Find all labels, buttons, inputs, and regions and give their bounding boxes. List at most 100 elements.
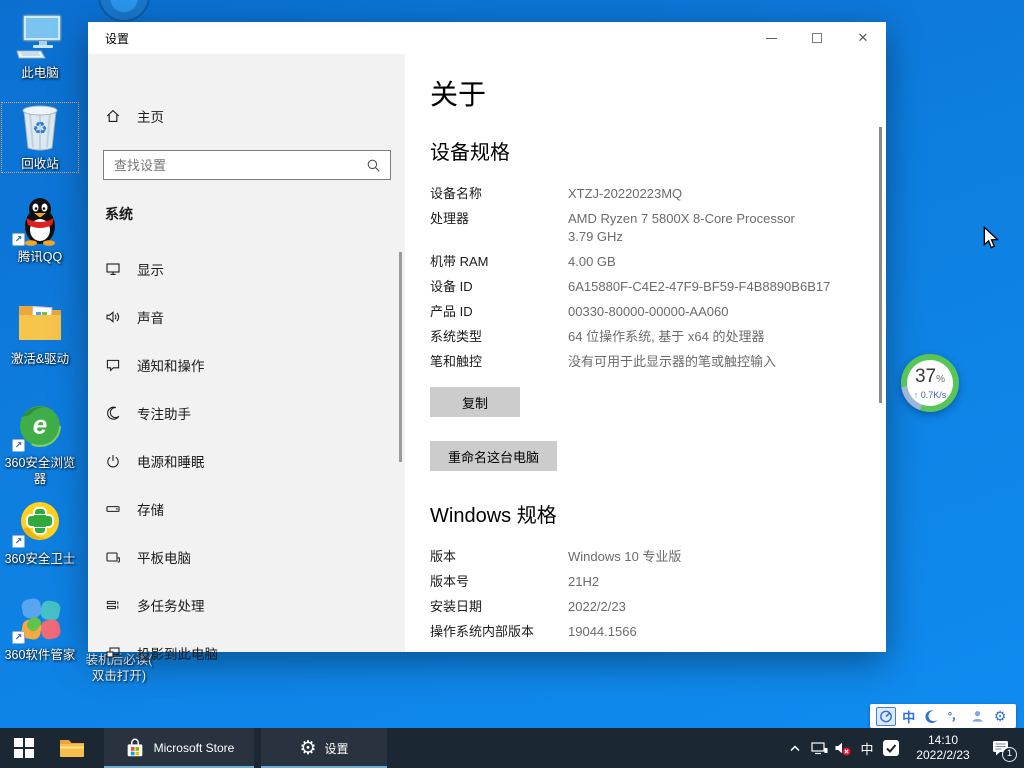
tray-volume-muted-icon[interactable]	[831, 728, 855, 768]
folder-icon	[14, 298, 66, 348]
360-software-manager-icon: ↗	[14, 594, 66, 644]
tablet-icon	[105, 549, 121, 565]
action-center-button[interactable]: 1	[983, 728, 1019, 768]
sidebar-item-multitasking[interactable]: 多任务处理	[88, 581, 405, 629]
desktop-icon-recycle-bin[interactable]: ♻ 回收站	[2, 103, 78, 172]
ime-status-button[interactable]	[876, 707, 896, 726]
this-pc-icon	[14, 12, 66, 62]
shortcut-arrow-icon: ↗	[12, 631, 25, 644]
gear-icon: ⚙	[299, 737, 316, 760]
desktop-icon-label: 360安全浏览 器	[5, 455, 76, 487]
up-arrow-icon: ↑	[914, 390, 919, 400]
minimize-icon	[766, 38, 777, 39]
speed-ball-inner: 37% ↑ 0.7K/s	[907, 360, 953, 406]
ime-punctuation-button[interactable]: °，	[944, 707, 964, 726]
sidebar-item-projecting[interactable]: 投影到此电脑	[88, 629, 405, 677]
spec-row: 处理器AMD Ryzen 7 5800X 8-Core Processor 3.…	[430, 210, 846, 246]
system-tray: 中 14:10 2022/2/23 1	[783, 728, 1024, 768]
360-safeguard-icon: ↗	[14, 498, 66, 548]
sidebar-item-display[interactable]: 显示	[88, 245, 405, 293]
start-button[interactable]	[0, 728, 48, 768]
search-box[interactable]	[103, 150, 391, 180]
taskbar: Microsoft Store ⚙ 设置	[0, 728, 1024, 768]
window-title: 设置	[105, 30, 129, 47]
spec-row: 设备名称XTZJ-20220223MQ	[430, 185, 846, 203]
tray-network-icon[interactable]	[807, 728, 831, 768]
sidebar-item-power-sleep[interactable]: 电源和睡眠	[88, 437, 405, 485]
desktop-icon-tencent-qq[interactable]: ↗ 腾讯QQ	[2, 196, 78, 265]
sidebar-item-tablet[interactable]: 平板电脑	[88, 533, 405, 581]
desktop-icon-360-browser[interactable]: e ↗ 360安全浏览 器	[2, 402, 78, 487]
spec-row: 安装日期2022/2/23	[430, 598, 846, 616]
sidebar-item-label: 存储	[137, 499, 164, 519]
search-input[interactable]	[104, 158, 366, 173]
close-button[interactable]: ✕	[840, 22, 886, 54]
home-icon	[105, 108, 121, 124]
taskbar-button-microsoft-store[interactable]: Microsoft Store	[104, 728, 254, 768]
sidebar-section-label: 系统	[105, 204, 133, 224]
minimize-button[interactable]	[748, 22, 794, 54]
sidebar-item-label: 多任务处理	[137, 595, 205, 615]
desktop-icon-360-safeguard[interactable]: ↗ 360安全卫士	[2, 498, 78, 567]
sidebar-item-focus-assist[interactable]: 专注助手	[88, 389, 405, 437]
recycle-glyph: ♻	[32, 119, 47, 139]
moon-icon	[924, 709, 939, 724]
sidebar-item-label: 专注助手	[137, 403, 191, 423]
speedometer-icon	[879, 709, 893, 723]
desktop-icon-label: 回收站	[21, 156, 59, 172]
spec-row: 系统类型64 位操作系统, 基于 x64 的处理器	[430, 328, 846, 346]
ime-settings-button[interactable]: ⚙	[990, 707, 1010, 726]
desktop-icon-this-pc[interactable]: 此电脑	[2, 12, 78, 81]
sidebar-item-storage[interactable]: 存储	[88, 485, 405, 533]
projecting-icon	[105, 645, 121, 661]
settings-window: 设置 ✕ 主页 系统	[88, 22, 886, 652]
clock-date: 2022/2/23	[903, 748, 983, 763]
taskbar-button-settings[interactable]: ⚙ 设置	[261, 728, 387, 768]
storage-icon	[105, 501, 121, 517]
tray-chevron-up-icon[interactable]	[783, 728, 807, 768]
sidebar-item-sound[interactable]: 声音	[88, 293, 405, 341]
focus-assist-icon	[105, 405, 121, 421]
desktop-icon-label: 激活&驱动	[11, 351, 69, 367]
sidebar-item-notifications[interactable]: 通知和操作	[88, 341, 405, 389]
ime-user-button[interactable]	[967, 707, 987, 726]
windows-specs-heading: Windows 规格	[430, 503, 846, 529]
recycle-bin-icon: ♻	[14, 103, 66, 153]
sidebar-scrollbar[interactable]	[399, 252, 402, 462]
ime-moon-button[interactable]	[922, 707, 942, 726]
sidebar-item-home[interactable]: 主页	[105, 106, 164, 126]
sidebar-item-label: 投影到此电脑	[137, 643, 218, 663]
desktop-icon-label: 360软件管家	[5, 647, 76, 663]
sidebar-item-label: 声音	[137, 307, 164, 327]
settings-content: 关于 设备规格 设备名称XTZJ-20220223MQ 处理器AMD Ryzen…	[405, 54, 886, 652]
power-icon	[105, 453, 121, 469]
desktop-icon-activate-driver[interactable]: 激活&驱动	[2, 298, 78, 367]
spec-row: 产品 ID00330-80000-00000-AA060	[430, 303, 846, 321]
multitasking-icon	[105, 597, 121, 613]
ime-mode-button[interactable]: 中	[899, 707, 919, 726]
desktop-icon-label: 360安全卫士	[5, 551, 76, 567]
sidebar-item-label: 电源和睡眠	[137, 451, 205, 471]
hidden-desktop-icon[interactable]	[98, 0, 150, 22]
spec-row: 笔和触控没有可用于此显示器的笔或触控输入	[430, 353, 846, 371]
windows-specs-rows: 版本Windows 10 专业版 版本号21H2 安装日期2022/2/23 操…	[430, 548, 846, 641]
taskbar-button-label: 设置	[325, 740, 349, 757]
spec-row: 操作系统内部版本19044.1566	[430, 623, 846, 641]
desktop-icon-360-software-manager[interactable]: ↗ 360软件管家	[2, 594, 78, 663]
notifications-icon	[105, 357, 121, 373]
taskbar-button-label: Microsoft Store	[154, 741, 235, 755]
clock-time: 14:10	[903, 733, 983, 748]
file-explorer-button[interactable]	[48, 728, 96, 768]
content-scrollbar[interactable]	[879, 127, 882, 403]
speed-ball[interactable]: 37% ↑ 0.7K/s	[901, 354, 959, 412]
network-speed: ↑ 0.7K/s	[914, 390, 947, 400]
tray-antivirus-icon[interactable]	[879, 728, 903, 768]
maximize-button[interactable]	[794, 22, 840, 54]
sidebar-item-label: 通知和操作	[137, 355, 205, 375]
rename-pc-button[interactable]: 重命名这台电脑	[430, 441, 557, 471]
spec-row: 版本号21H2	[430, 573, 846, 591]
copy-button[interactable]: 复制	[430, 387, 520, 417]
tray-ime-indicator[interactable]: 中	[855, 728, 879, 768]
taskbar-clock[interactable]: 14:10 2022/2/23	[903, 733, 983, 763]
display-icon	[105, 261, 121, 277]
